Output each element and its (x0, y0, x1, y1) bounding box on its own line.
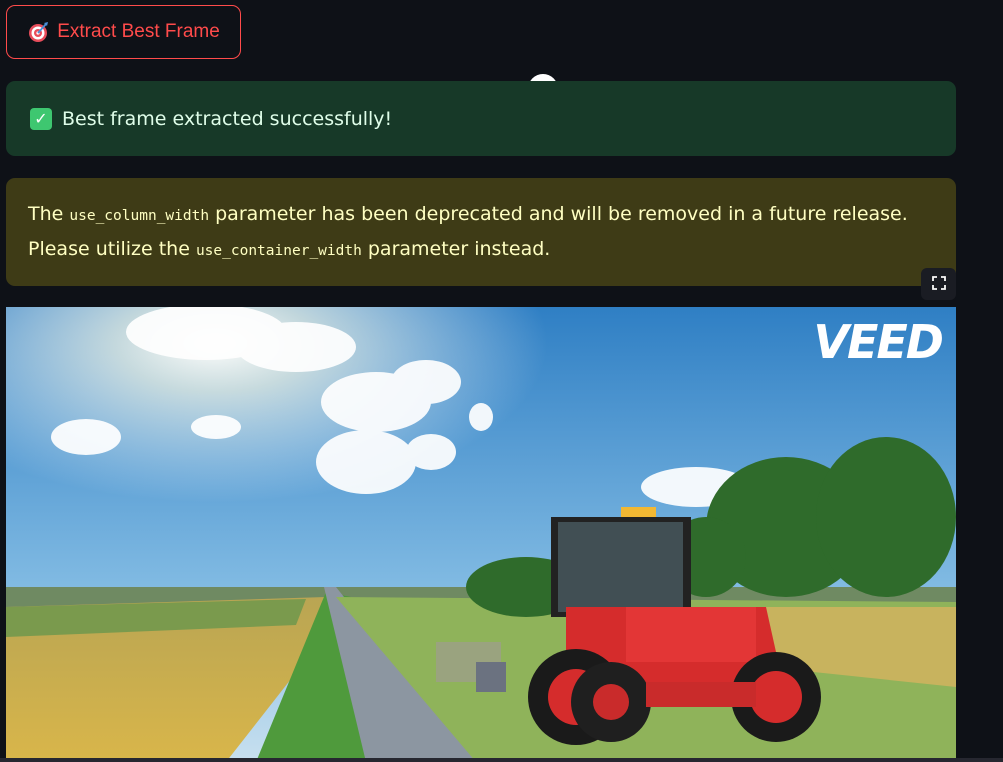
warning-code-1: use_column_width (69, 208, 210, 224)
target-dart-icon (27, 21, 49, 43)
fullscreen-button[interactable] (921, 268, 956, 300)
warning-text-1: The (28, 203, 70, 225)
check-mark-icon: ✓ (30, 107, 52, 130)
tractor-scene-image (6, 307, 956, 762)
deprecation-warning-alert: The use_column_width parameter has been … (6, 178, 956, 286)
warning-text-3: parameter instead. (361, 238, 551, 260)
success-message: Best frame extracted successfully! (62, 107, 393, 130)
extract-best-frame-button[interactable]: Extract Best Frame (6, 5, 241, 59)
bottom-divider (0, 758, 1003, 762)
success-alert: ✓ Best frame extracted successfully! (6, 81, 956, 156)
veed-watermark: VEED (813, 315, 944, 369)
fullscreen-icon (931, 275, 946, 294)
extract-button-label: Extract Best Frame (57, 21, 220, 42)
warning-code-2: use_container_width (195, 243, 362, 259)
extracted-frame-image: VEED (6, 307, 956, 762)
